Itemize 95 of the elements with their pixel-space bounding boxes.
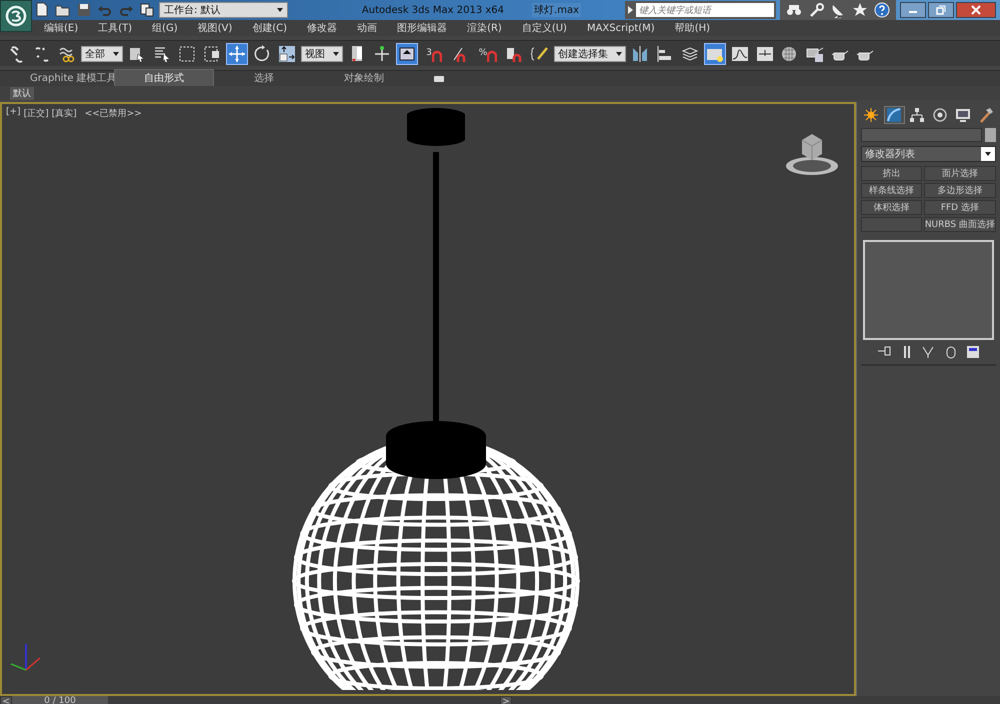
viewport-label[interactable]: [正交] [24,107,49,120]
help-icon[interactable] [874,2,890,18]
sphere-checker-icon [781,44,799,62]
toolbar-button[interactable] [226,42,248,64]
expand-arrow-icon[interactable] [627,6,633,14]
modifier-button[interactable]: 面片选择 [924,166,996,181]
menu-item[interactable]: 帮助(H) [664,21,720,35]
schematic-icon [756,44,774,62]
star-icon[interactable] [852,2,868,18]
menu-item[interactable]: 创建(C) [242,21,298,35]
menu-item[interactable]: MAXScript(M) [576,22,665,34]
menu-item[interactable]: 编辑(E) [34,21,88,35]
broken-chain-icon [33,44,51,62]
app-title: Autodesk 3ds Max 2013 x64 [362,4,504,16]
name-field[interactable] [861,128,982,142]
next-frame-button[interactable]: > [500,696,512,704]
snap-label: % [478,49,488,58]
minimize-button[interactable] [900,2,926,18]
menu-item[interactable]: 组(G) [142,21,188,35]
close-button[interactable] [956,2,996,18]
menu-item[interactable]: 自定义(U) [512,21,577,35]
move-arrows-icon [228,44,246,62]
monitor-icon [954,107,971,123]
dashed-rectangle-icon [178,44,196,62]
project-folder-icon[interactable] [139,2,155,18]
menu-item[interactable]: 动画 [347,21,388,35]
menu-item[interactable]: 图形编辑器 [387,21,458,35]
toolbar-button[interactable]: 3 [421,42,447,64]
panel-tab[interactable]: 默认 [10,86,34,100]
viewport-label[interactable]: <<已禁用>> [84,107,142,120]
align-icon [656,44,674,62]
mirror-icon [631,44,649,62]
app-menu-button[interactable] [0,0,32,32]
toolbar-button[interactable] [704,42,726,64]
satellite-dish-icon[interactable] [830,2,846,18]
file-name: 球灯.max [532,3,581,17]
curve-editor-icon [731,44,749,62]
ribbon-tab[interactable]: 选择 [214,70,314,86]
wrench-icon[interactable] [808,2,824,18]
ribbon-tab[interactable]: 对象绘制 [314,70,414,86]
menu-item[interactable]: 视图(V) [188,21,242,35]
configure-icon[interactable] [964,344,980,360]
modifier-button[interactable]: 样条线选择 [861,183,922,198]
restore-icon [936,5,946,15]
modifier-list-dropdown[interactable]: 修改器列表 [861,146,996,162]
new-file-icon[interactable] [34,2,50,18]
search-field[interactable]: 键入关键字或短语 [636,3,774,17]
toolbar-button[interactable]: % [475,42,501,64]
modifier-button[interactable]: 挤出 [861,166,922,181]
time-slider-thumb[interactable]: 0 / 100 [12,696,108,704]
teapot-frame-icon [806,44,824,62]
toolbar-dropdown[interactable]: 视图 [301,46,343,62]
rotate-icon [253,44,271,62]
toolbar-button[interactable] [396,42,418,64]
close-icon [971,5,981,15]
toolbar-dropdown[interactable]: 创建选择集 [554,46,626,62]
workspace-label: 工作台: 默认 [164,4,221,17]
app-logo-icon [5,5,27,27]
toolbar-dropdown[interactable]: 全部 [81,46,123,62]
dropdown-value: 全部 [85,48,105,60]
dashed-square-icon [203,44,221,62]
ribbon-tab[interactable]: 自由形式 [114,69,214,86]
color-swatch[interactable] [985,128,996,142]
panel-tab[interactable] [884,106,905,124]
curve-icon [886,107,902,123]
menu-item[interactable]: 修改器 [297,21,348,35]
modifier-stack[interactable] [863,240,994,340]
menu-item[interactable]: 工具(T) [88,21,142,35]
dropdown-value: 视图 [305,48,325,60]
shortcut-toggle-icon [398,44,416,62]
layers-icon [681,44,699,62]
sun-icon [863,107,880,123]
restore-button[interactable] [928,2,954,18]
hammer-icon [978,107,994,123]
dropdown-value: 创建选择集 [558,48,608,60]
dropdown-value: 修改器列表 [865,148,915,161]
previous-frame-button[interactable]: < [0,696,12,704]
branch-icon[interactable] [920,344,936,360]
binoculars-icon[interactable] [786,2,802,18]
modifier-button[interactable]: 多边形选择 [924,183,996,198]
viewport-label[interactable]: [真实] [52,107,77,120]
pencil-braces-icon [531,44,549,62]
target-icon [932,107,948,123]
scale-icon [278,44,296,62]
snap-label: 3 [426,49,432,58]
time-slider-track[interactable]: 0 / 100 [12,696,500,704]
modifier-button[interactable]: NURBS 曲面选择 [924,217,996,232]
viewport-label[interactable]: [+] [6,107,21,120]
workspace-dropdown[interactable]: 工作台: 默认 [159,2,288,18]
modifier-button[interactable]: FFD 选择 [924,200,996,215]
hierarchy-icon [909,107,926,123]
manipulate-icon [373,44,391,62]
list-cursor-icon [153,44,171,62]
menu-item[interactable]: 渲染(R) [457,21,512,35]
modifier-button[interactable]: 体积选择 [861,200,922,215]
